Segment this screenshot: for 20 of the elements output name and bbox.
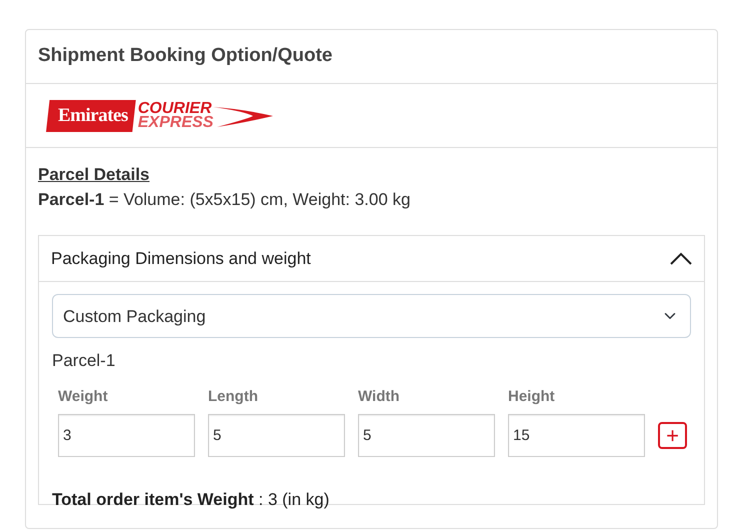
input-field[interactable]: 5 — [358, 414, 495, 458]
add-button[interactable]: + — [658, 422, 687, 450]
accordion-title: Packaging Dimensions and weight — [51, 248, 311, 270]
packaging-select[interactable]: Custom Packaging — [52, 294, 691, 338]
accordion-header[interactable]: Packaging Dimensions and weight — [39, 236, 704, 282]
input-field[interactable]: 15 — [508, 414, 645, 458]
logo-text: EXPRESS — [138, 116, 214, 130]
section-heading: Parcel Details — [38, 164, 151, 186]
input-field[interactable]: 5 — [208, 414, 345, 458]
card-title: Shipment Booking Option/Quote — [38, 45, 334, 68]
parcel-summary: Parcel-1 = Volume: (5x5x15) cm, Weight: 3.00 kg — [38, 189, 412, 212]
parcel-label: Parcel-1 — [52, 350, 116, 372]
field-label: Height — [508, 386, 556, 407]
logo-brand: Emirates — [46, 100, 136, 132]
field-label: Width — [358, 386, 401, 407]
total-weight: Total order item's Weight : 3 (in kg) — [52, 489, 330, 512]
logo-text: COURIER — [138, 102, 212, 116]
input-field[interactable]: 3 — [58, 414, 195, 458]
field-label: Weight — [58, 386, 109, 407]
field-label: Length — [208, 386, 259, 407]
